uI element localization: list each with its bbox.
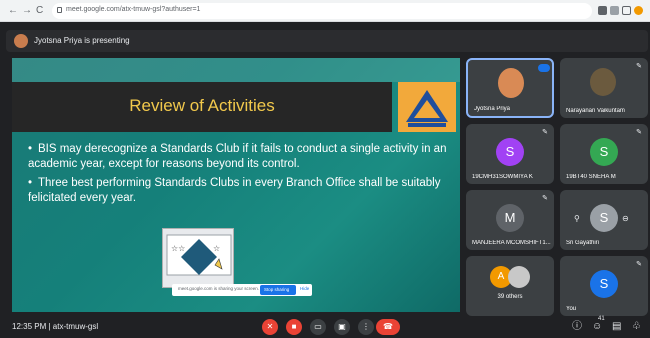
microphone-off-button[interactable]: ✕ [262,319,278,335]
url-text: meet.google.com/atx-tmuw-gsl?authuser=1 [66,6,201,13]
slide-title-banner: Review of Activities [12,82,392,132]
sharing-notification-bar: meet.google.com is sharing your screen. … [172,284,312,296]
participant-avatar: S [590,270,618,298]
pin-icon[interactable]: ⚲ [574,214,580,223]
bookmark-star-icon[interactable] [622,6,631,15]
svg-text:☆: ☆ [213,244,220,253]
participant-tile[interactable]: S ⚲ ⊖ Sri Gayathiri [560,190,648,250]
participant-tile[interactable]: S ✎ 19CMH31SOWMIYA K [466,124,554,184]
people-icon[interactable]: ☺ [592,320,602,334]
leave-call-button[interactable]: ☎ [376,319,400,335]
participant-name: 19BT40 SNEHA M [566,174,616,180]
mic-off-icon: ✎ [636,63,642,70]
presenting-banner: Jyotsna Priya is presenting [6,30,648,52]
participant-name: MANJEERA MCOMSHIFT1... [472,240,551,246]
reload-button[interactable]: C [36,4,43,18]
participant-name: Jyotsna Priya [474,106,511,112]
meeting-controls-bar: 12:35 PM | atx-tmuw-gsl ✕ ■ ▭ ▣ ⋮ ☎ ⓘ ☺ … [0,316,650,338]
participant-photo [590,68,616,96]
mic-off-icon: ✎ [636,129,642,136]
participant-name: 19CMH31SOWMIYA K [472,174,533,180]
profile-avatar-icon[interactable] [634,6,643,15]
more-options-button[interactable]: ⋮ [358,319,374,335]
chat-icon[interactable]: ▤ [612,320,621,334]
participant-tile[interactable]: A 39 others [466,256,554,316]
svg-text:☆☆: ☆☆ [171,244,185,253]
back-button[interactable]: ← [8,4,18,18]
slide-title: Review of Activities [129,96,275,115]
presenting-label: Jyotsna Priya is presenting [34,36,130,45]
participant-photo [508,266,530,288]
speaking-indicator-icon [538,64,550,72]
activities-icon[interactable]: ♧ [632,320,641,334]
presenter-avatar [14,34,28,48]
meeting-time-and-code: 12:35 PM | atx-tmuw-gsl [12,322,99,331]
camera-off-button[interactable]: ■ [286,319,302,335]
participant-tile[interactable]: ✎ Narayanan Vaikuntam [560,58,648,118]
participant-avatar: S [590,204,618,232]
slide-bullet: • BIS may derecognize a Standards Club if… [28,143,447,170]
hide-button[interactable]: Hide [300,286,309,291]
participant-tile[interactable]: S ✎ 19BT40 SNEHA M [560,124,648,184]
mic-off-icon: ✎ [542,129,548,136]
share-icon[interactable] [610,6,619,15]
stop-sharing-button[interactable]: Stop sharing [260,285,296,295]
address-bar[interactable]: meet.google.com/atx-tmuw-gsl?authuser=1 [52,3,592,19]
participant-tile-self[interactable]: S ✎ You [560,256,648,316]
forward-button[interactable]: → [22,4,32,18]
slide-bullet: • Three best performing Standards Clubs i… [28,177,441,204]
participant-tile[interactable]: M ✎ MANJEERA MCOMSHIFT1... [466,190,554,250]
screen-share-illustration: ☆☆ ☆ [162,228,234,288]
bis-logo [398,82,456,132]
more-options-icon[interactable]: ⊖ [622,214,629,223]
participant-photo [498,68,524,98]
camera-indicator-icon[interactable] [598,6,607,15]
mic-off-icon: ✎ [542,195,548,202]
browser-toolbar: ← → C meet.google.com/atx-tmuw-gsl?authu… [0,0,650,22]
presentation-slide: Review of Activities • BIS may derecogniz… [12,58,460,312]
people-count-badge: 41 [598,316,605,322]
participant-name: Sri Gayathiri [566,240,600,246]
participant-tile[interactable]: Jyotsna Priya [466,58,554,118]
present-now-button[interactable]: ▣ [334,319,350,335]
meeting-details-icon[interactable]: ⓘ [572,320,582,334]
participant-avatar: S [590,138,618,166]
slide-top-strip [12,58,460,82]
lock-icon [57,7,62,13]
others-count: 39 others [497,294,523,300]
mic-off-icon: ✎ [636,261,642,268]
participant-avatar: M [496,204,524,232]
participant-name: You [566,306,577,312]
sharing-notice-text: meet.google.com is sharing your screen. [178,286,260,291]
participant-avatar: S [496,138,524,166]
participant-name: Narayanan Vaikuntam [566,108,625,114]
captions-button[interactable]: ▭ [310,319,326,335]
